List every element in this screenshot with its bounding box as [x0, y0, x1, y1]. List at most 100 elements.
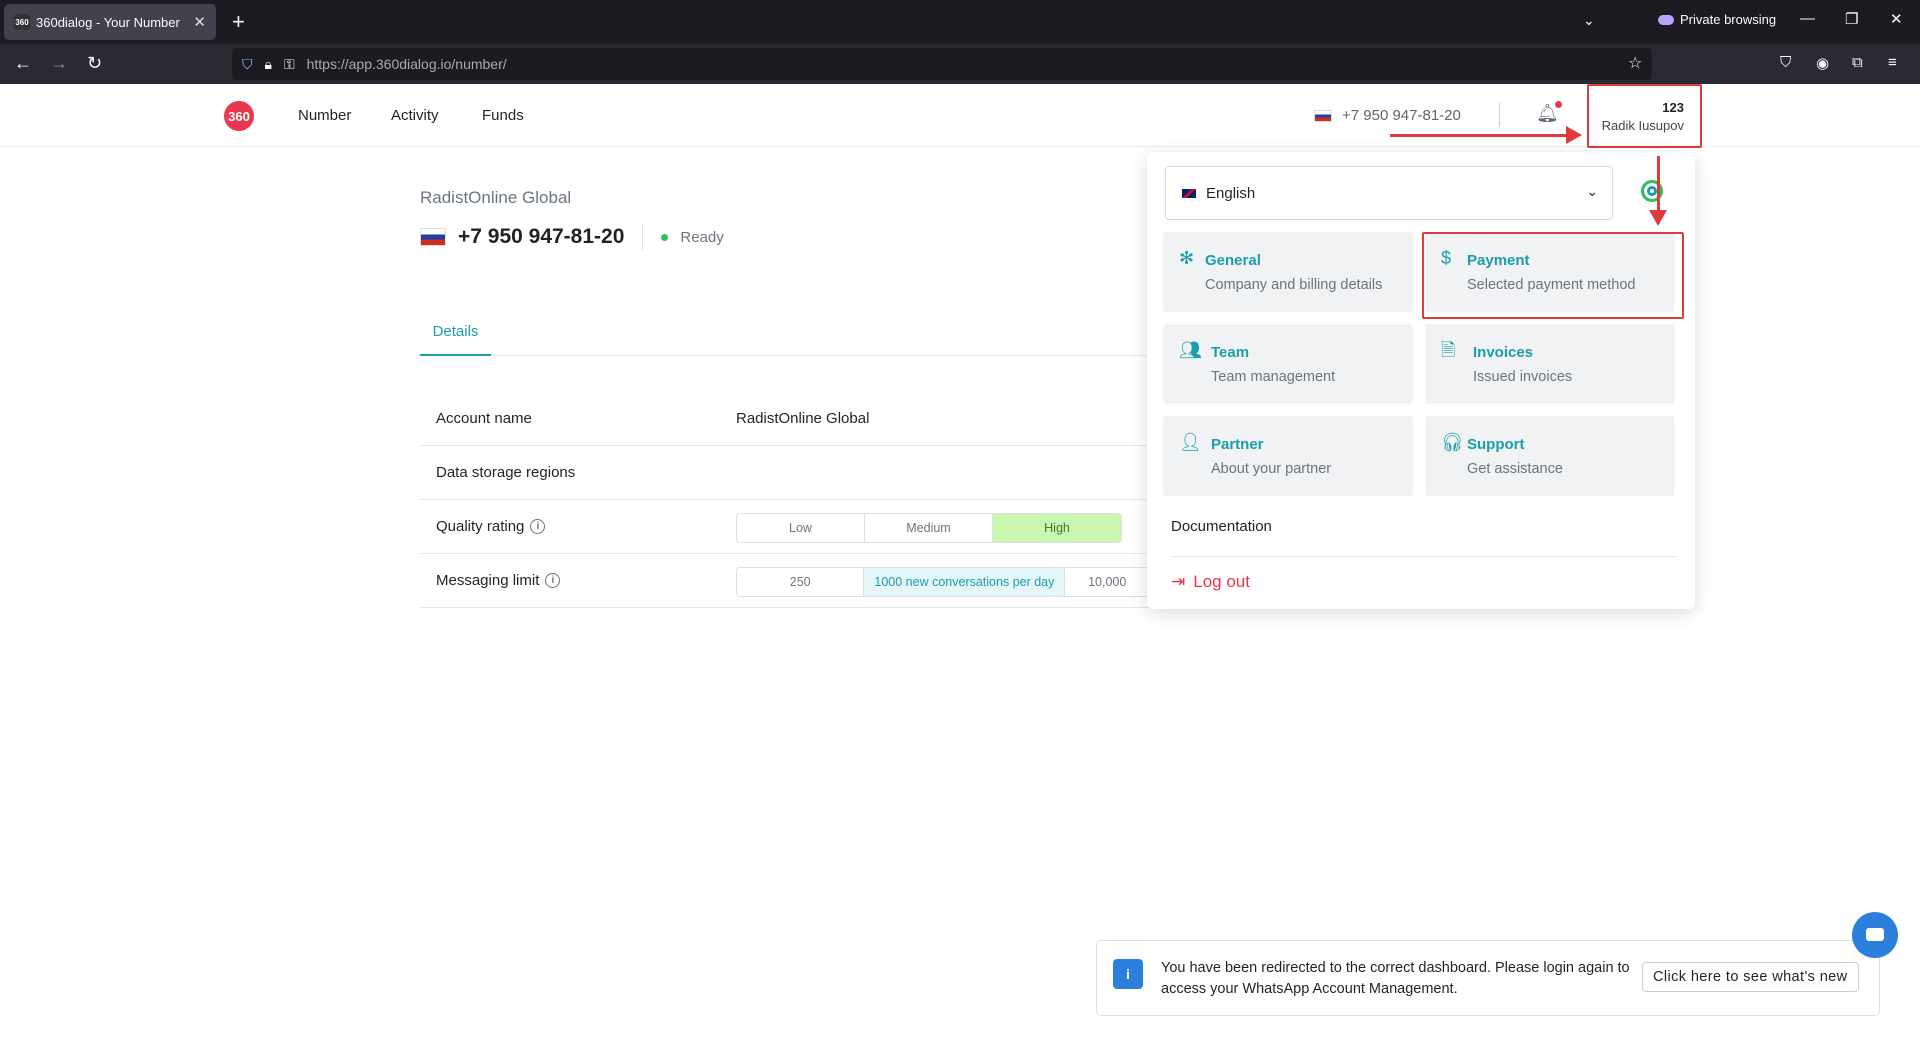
browser-tab[interactable]: 360 360dialog - Your Number ✕	[4, 4, 216, 40]
nav-funds[interactable]: Funds	[482, 107, 524, 124]
status-badge: Ready	[680, 228, 724, 246]
documentation-link[interactable]: Documentation	[1171, 518, 1272, 535]
logout-icon: ⇥	[1171, 572, 1186, 591]
snowflake-icon: ✻	[1179, 248, 1195, 268]
account-number-line: +7 950 947-81-20 Ready	[420, 224, 724, 250]
user-menu-button[interactable]: 123 Radik Iusupov	[1587, 84, 1702, 148]
logout-label: Log out	[1193, 572, 1250, 591]
user-name: Radik Iusupov	[1601, 118, 1684, 133]
russia-flag-icon	[420, 228, 446, 246]
row-account-name: Account name RadistOnline Global	[420, 392, 1150, 446]
minimize-icon[interactable]: —	[1800, 10, 1815, 27]
divider	[1171, 556, 1676, 557]
payment-highlight-box	[1422, 232, 1684, 319]
team-icon: 👥︎	[1179, 340, 1202, 360]
card-title: Support	[1467, 436, 1525, 453]
key-icon[interactable]: ⚿	[284, 56, 295, 73]
annotation-arrow-right	[1390, 126, 1582, 144]
restore-icon[interactable]: ❐	[1845, 10, 1858, 28]
window-close-icon[interactable]: ✕	[1890, 10, 1903, 28]
notification-dot	[1554, 101, 1562, 108]
quality-rating-bar: Low Medium High	[736, 513, 1122, 543]
pocket-icon[interactable]: ⛉	[1780, 54, 1791, 71]
card-title: Team	[1211, 344, 1250, 361]
chevron-down-icon: ⌄	[1586, 183, 1598, 199]
status-dot	[661, 233, 669, 241]
bookmark-star-icon[interactable]: ☆	[1628, 53, 1642, 73]
browser-tab-bar: 360 360dialog - Your Number ✕ + ⌄ Privat…	[0, 0, 1920, 44]
menu-card-support[interactable]: 🎧︎ Support Get assistance	[1425, 416, 1675, 496]
quality-high: High	[993, 514, 1121, 542]
menu-icon[interactable]: ≡	[1888, 54, 1897, 71]
language-value: English	[1206, 184, 1256, 202]
card-title: General	[1205, 252, 1261, 269]
chat-widget-icon[interactable]	[1852, 912, 1898, 958]
card-subtitle: Team management	[1211, 369, 1336, 385]
header-phone[interactable]: +7 950 947-81-20	[1314, 107, 1461, 124]
messaging-limit-bar: 250 1000 new conversations per day 10,00…	[736, 567, 1150, 597]
account-name-value: RadistOnline Global	[736, 410, 870, 427]
info-icon[interactable]: i	[545, 573, 561, 588]
bell-icon[interactable]: 🔔︎	[1536, 101, 1562, 124]
limit-1000: 1000 new conversations per day	[864, 568, 1066, 596]
menu-card-partner[interactable]: 👤︎ Partner About your partner	[1163, 416, 1413, 496]
forward-icon[interactable]: →	[50, 53, 68, 73]
notification-text: You have been redirected to the correct …	[1161, 960, 1630, 997]
menu-card-general[interactable]: ✻ General Company and billing details	[1163, 232, 1413, 312]
account-icon[interactable]: ◉	[1816, 54, 1829, 72]
tab-details[interactable]: Details	[420, 318, 491, 356]
language-select[interactable]: English ⌄	[1165, 166, 1613, 220]
chevron-down-icon[interactable]: ⌄	[1583, 12, 1595, 29]
private-browsing-indicator: Private browsing	[1658, 12, 1776, 27]
card-subtitle: Get assistance	[1467, 461, 1563, 477]
redirect-notification: i You have been redirected to the correc…	[1096, 940, 1880, 1016]
menu-card-team[interactable]: 👥︎ Team Team management	[1163, 324, 1413, 404]
new-tab-icon[interactable]: +	[232, 8, 245, 36]
limit-250: 250	[737, 568, 865, 596]
account-title: RadistOnline Global	[420, 188, 572, 207]
private-mask-icon	[1658, 14, 1674, 25]
limit-label: Messaging limit i	[436, 572, 561, 589]
limit-10000: 10,000	[1088, 575, 1127, 589]
invoice-icon: 🗎	[1441, 340, 1456, 360]
whats-new-button[interactable]: Click here to see what's new	[1642, 962, 1859, 992]
row-quality-rating: Quality rating i Low Medium High	[420, 500, 1150, 554]
headset-icon: 🎧︎	[1441, 432, 1464, 452]
info-icon: i	[1113, 959, 1143, 989]
back-icon[interactable]: ←	[14, 53, 32, 73]
menu-card-invoices[interactable]: 🗎 Invoices Issued invoices	[1425, 324, 1675, 404]
card-title: Partner	[1211, 436, 1264, 453]
lock-icon[interactable]: 🔒︎	[265, 56, 272, 73]
quality-low: Low	[737, 514, 865, 542]
header-phone-text: +7 950 947-81-20	[1342, 107, 1461, 124]
row-messaging-limit: Messaging limit i 250 1000 new conversati…	[420, 554, 1150, 608]
close-icon[interactable]: ✕	[193, 13, 206, 31]
user-count: 123	[1662, 100, 1684, 115]
reload-icon[interactable]: ↻	[87, 53, 102, 73]
card-title: Invoices	[1473, 344, 1534, 361]
tab-title: 360dialog - Your Number	[36, 14, 180, 30]
nav-activity[interactable]: Activity	[391, 107, 439, 124]
card-subtitle: Issued invoices	[1473, 369, 1573, 385]
quality-label: Quality rating i	[436, 518, 546, 535]
phone-number: +7 950 947-81-20	[458, 225, 625, 248]
extensions-icon[interactable]: ⧉	[1852, 54, 1863, 71]
row-data-storage: Data storage regions	[420, 446, 1150, 500]
card-subtitle: About your partner	[1211, 461, 1332, 477]
quality-medium: Medium	[865, 514, 993, 542]
shield-icon[interactable]: ⛉	[242, 56, 253, 73]
tab-bar: Details	[420, 318, 1150, 356]
card-subtitle: Company and billing details	[1205, 277, 1383, 293]
nav-number[interactable]: Number	[298, 107, 351, 124]
annotation-arrow-down	[1649, 156, 1667, 226]
header-divider	[1499, 103, 1500, 127]
url-text[interactable]: https://app.360dialog.io/number/	[307, 56, 507, 72]
url-bar[interactable]: ⛉ 🔒︎ ⚿ https://app.360dialog.io/number/	[232, 48, 1652, 80]
divider	[642, 224, 644, 250]
logo[interactable]: 360	[224, 101, 254, 131]
person-icon: 👤︎	[1179, 432, 1202, 452]
logout-button[interactable]: ⇥ Log out	[1171, 572, 1250, 592]
favicon-icon: 360	[14, 14, 30, 30]
info-icon[interactable]: i	[530, 519, 546, 534]
private-label: Private browsing	[1680, 12, 1777, 27]
